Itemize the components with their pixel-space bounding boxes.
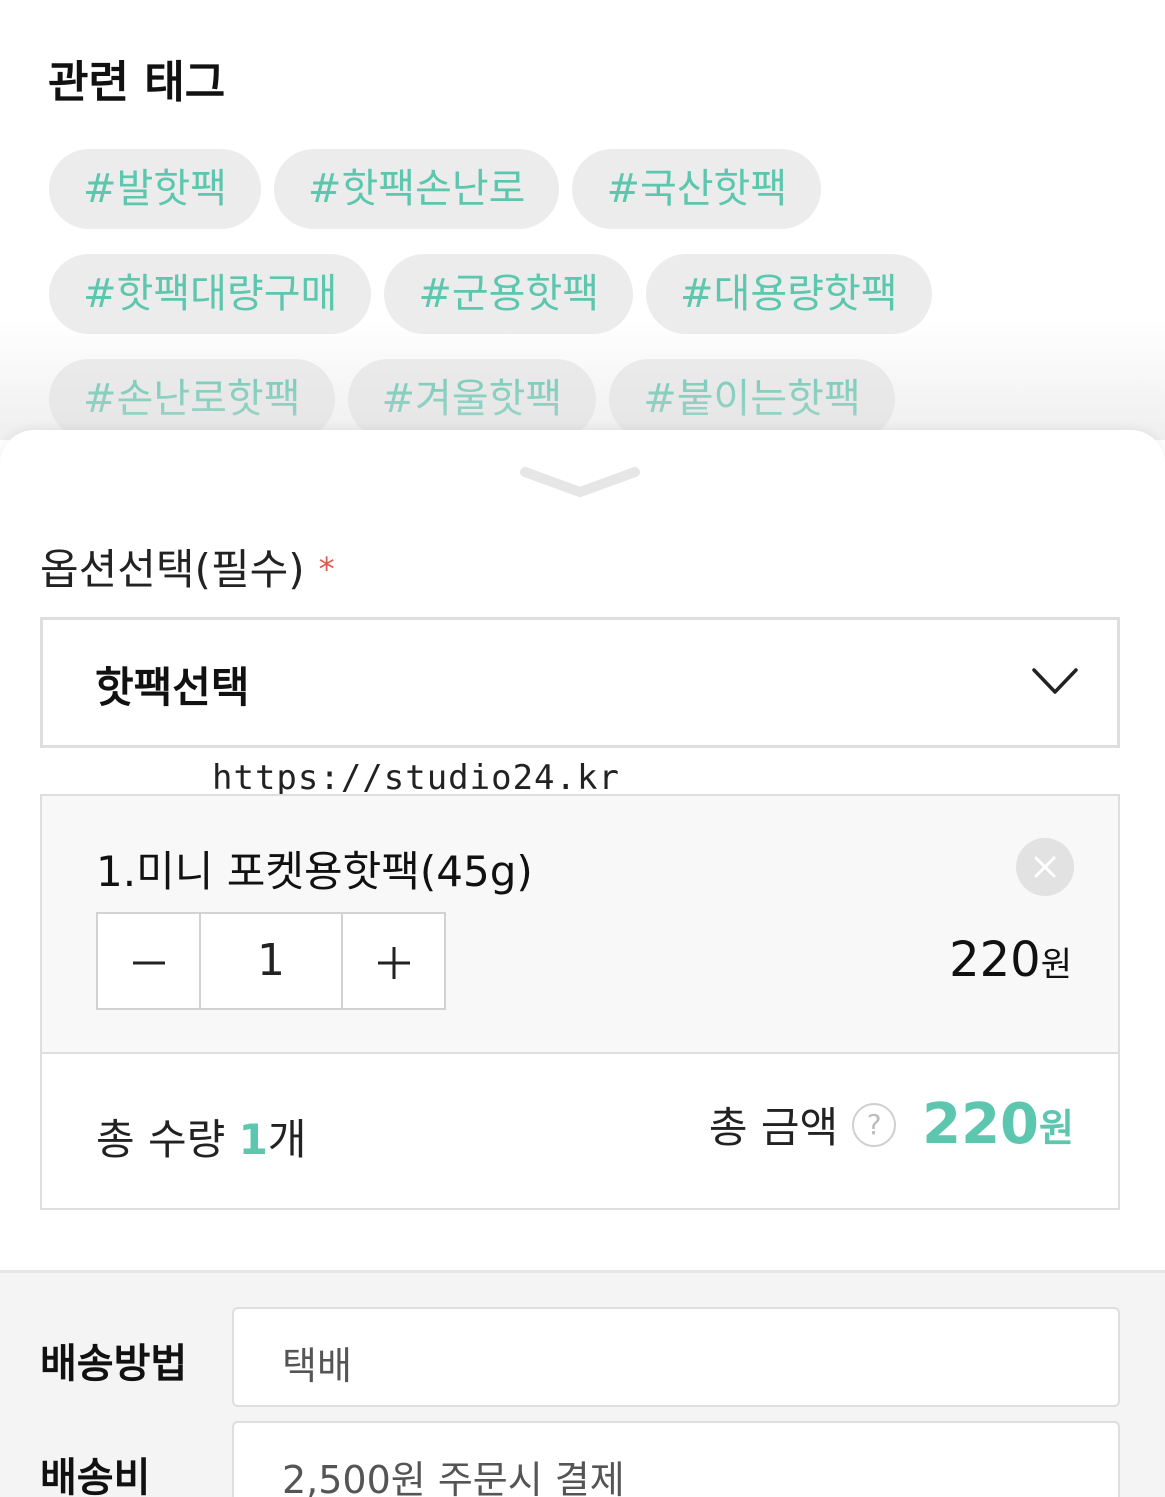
quantity-increase-button[interactable] xyxy=(343,914,444,1008)
minus-icon xyxy=(133,961,165,965)
total-amount: 총 금액 ? 220 원 xyxy=(709,1092,1074,1157)
total-amount-value: 220 xyxy=(922,1092,1040,1157)
total-quantity-unit: 개 xyxy=(267,1115,307,1164)
tag-row: #발핫팩 #핫팩손난로 #국산핫팩 xyxy=(49,149,822,229)
tag-row: #손난로핫팩 #겨울핫팩 #붙이는핫팩 xyxy=(49,359,895,439)
tag-row: #핫팩대량구매 #군용핫팩 #대용량핫팩 xyxy=(49,254,932,334)
related-tags-section: 관련 태그 #발핫팩 #핫팩손난로 #국산핫팩 #핫팩대량구매 #군용핫팩 #대… xyxy=(0,0,1165,440)
shipping-method-value: 택배 xyxy=(282,1344,352,1388)
option-select-value: 핫팩선택 xyxy=(95,663,250,712)
order-totals: 총 수량 1개 총 금액 ? 220 원 xyxy=(40,1052,1120,1210)
close-icon xyxy=(1034,856,1056,878)
option-select-label-text: 옵션선택(필수) xyxy=(40,545,305,594)
option-select-label: 옵션선택(필수) * xyxy=(40,536,335,597)
selected-option-name: 1.미니 포켓용핫팩(45g) xyxy=(96,847,533,896)
tag-chip[interactable]: #국산핫팩 xyxy=(572,149,822,229)
related-tags-title: 관련 태그 xyxy=(48,57,226,108)
shipping-section: 배송방법 택배 배송비 2,500원 주문시 결제 xyxy=(0,1270,1165,1497)
remove-option-button[interactable] xyxy=(1016,838,1074,896)
quantity-decrease-button[interactable] xyxy=(98,914,199,1008)
help-icon[interactable]: ? xyxy=(852,1102,897,1147)
plus-icon xyxy=(377,947,410,979)
required-mark: * xyxy=(318,550,335,588)
tag-chip[interactable]: #발핫팩 xyxy=(49,149,261,229)
shipping-fee-label: 배송비 xyxy=(40,1455,151,1497)
tag-chip[interactable]: #붙이는핫팩 xyxy=(609,359,895,439)
total-quantity-label: 총 수량 xyxy=(96,1115,226,1164)
option-select-dropdown[interactable]: 핫팩선택 xyxy=(40,617,1120,748)
option-price-value: 220 xyxy=(949,932,1041,988)
shipping-fee-field: 2,500원 주문시 결제 xyxy=(232,1421,1120,1497)
shipping-method-field: 택배 xyxy=(232,1307,1120,1407)
chevron-down-icon xyxy=(1032,668,1078,694)
shipping-method-label: 배송방법 xyxy=(40,1341,188,1387)
tag-chip[interactable]: #핫팩손난로 xyxy=(273,149,560,229)
tag-chip[interactable]: #손난로핫팩 xyxy=(49,359,335,439)
total-amount-currency: 원 xyxy=(1039,1106,1074,1150)
total-amount-label: 총 금액 xyxy=(708,1103,839,1152)
watermark-url: https://studio24.kr xyxy=(212,758,620,798)
quantity-input[interactable]: 1 xyxy=(199,914,343,1008)
option-price: 220원 xyxy=(949,932,1072,988)
total-quantity: 총 수량 1개 xyxy=(96,1106,307,1167)
total-quantity-value: 1 xyxy=(238,1115,268,1164)
option-price-currency: 원 xyxy=(1040,945,1072,985)
shipping-fee-value: 2,500원 주문시 결제 xyxy=(282,1458,625,1497)
tag-chip[interactable]: #대용량핫팩 xyxy=(646,254,932,334)
quantity-stepper: 1 xyxy=(96,912,446,1010)
selected-option-item: 1.미니 포켓용핫팩(45g) 1 220원 xyxy=(40,794,1120,1054)
tag-chip[interactable]: #겨울핫팩 xyxy=(347,359,597,439)
tag-chip[interactable]: #군용핫팩 xyxy=(384,254,634,334)
sheet-collapse-handle-icon[interactable] xyxy=(519,462,641,502)
tag-chip[interactable]: #핫팩대량구매 xyxy=(49,254,372,334)
